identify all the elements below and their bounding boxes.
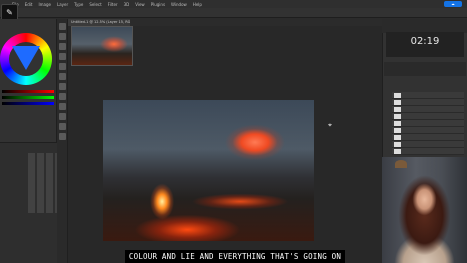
menu-view[interactable]: View bbox=[135, 2, 145, 7]
history-panel-tabs[interactable] bbox=[382, 19, 467, 33]
painting-canvas[interactable] bbox=[103, 100, 314, 241]
blue-slider[interactable] bbox=[2, 102, 54, 105]
layer-thumbnail bbox=[394, 120, 401, 126]
text-tool-icon[interactable] bbox=[59, 113, 66, 120]
smudge-tool-icon[interactable] bbox=[59, 103, 66, 110]
marquee-tool-icon[interactable] bbox=[59, 33, 66, 40]
subtitle-caption: COLOUR AND LIE AND EVERYTHING THAT'S GOI… bbox=[125, 250, 345, 263]
share-button[interactable]: ☁ bbox=[444, 1, 462, 7]
layer-row[interactable] bbox=[392, 127, 464, 134]
options-bar bbox=[0, 8, 467, 18]
layer-row[interactable] bbox=[392, 141, 464, 148]
hand-tool-icon[interactable] bbox=[59, 123, 66, 130]
layer-row[interactable] bbox=[392, 113, 464, 120]
background-lamp bbox=[395, 160, 407, 168]
layer-thumbnail bbox=[394, 134, 401, 140]
brush-tool-icon[interactable] bbox=[59, 73, 66, 80]
layer-row[interactable] bbox=[392, 134, 464, 141]
layer-thumbnail bbox=[394, 106, 401, 112]
move-tool-icon[interactable] bbox=[59, 23, 66, 30]
color-sliders[interactable] bbox=[2, 90, 54, 120]
green-slider[interactable] bbox=[2, 96, 54, 99]
menu-edit[interactable]: Edit bbox=[25, 2, 33, 7]
menu-bar: File Edit Image Layer Type Select Filter… bbox=[0, 0, 467, 8]
layer-row[interactable] bbox=[392, 99, 464, 106]
brush-cursor-icon: ⌖ bbox=[328, 121, 332, 129]
document-tab[interactable]: Untitled-1 @ 12.5% (Layer 15, RGB/8#) bbox=[68, 19, 130, 26]
menu-image[interactable]: Image bbox=[38, 2, 51, 7]
crop-tool-icon[interactable] bbox=[59, 53, 66, 60]
layer-thumbnail bbox=[394, 127, 401, 133]
menu-type[interactable]: Type bbox=[74, 2, 83, 7]
layer-row[interactable] bbox=[392, 120, 464, 127]
layer-thumbnail bbox=[394, 99, 401, 105]
red-slider[interactable] bbox=[2, 90, 54, 93]
eraser-tool-icon[interactable] bbox=[59, 83, 66, 90]
menu-3d[interactable]: 3D bbox=[124, 2, 130, 7]
layer-thumbnail bbox=[394, 92, 401, 98]
menu-window[interactable]: Window bbox=[171, 2, 187, 7]
menu-plugins[interactable]: Plugins bbox=[151, 2, 165, 7]
menu-select[interactable]: Select bbox=[89, 2, 101, 7]
menu-filter[interactable]: Filter bbox=[108, 2, 118, 7]
layer-row[interactable] bbox=[392, 106, 464, 113]
color-triangle[interactable] bbox=[12, 46, 40, 70]
layer-thumbnail bbox=[394, 148, 401, 154]
menu-help[interactable]: Help bbox=[193, 2, 202, 7]
layer-thumbnail bbox=[394, 113, 401, 119]
layer-row[interactable] bbox=[392, 92, 464, 99]
timer-display: 02:19 bbox=[410, 36, 440, 47]
layer-row[interactable] bbox=[392, 148, 464, 155]
layer-thumbnail bbox=[394, 141, 401, 147]
gradient-tool-icon[interactable] bbox=[59, 93, 66, 100]
layers-panel-header[interactable] bbox=[384, 62, 466, 76]
eyedropper-tool-icon[interactable] bbox=[59, 63, 66, 70]
zoom-tool-icon[interactable] bbox=[59, 133, 66, 140]
lasso-tool-icon[interactable] bbox=[59, 43, 66, 50]
tools-toolbar bbox=[57, 19, 68, 263]
reference-image bbox=[71, 26, 133, 66]
menu-layer[interactable]: Layer bbox=[57, 2, 68, 7]
webcam-overlay bbox=[382, 157, 467, 263]
